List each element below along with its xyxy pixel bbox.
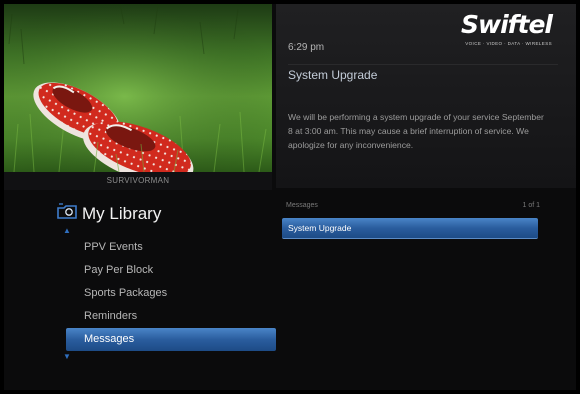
menu-item-pay-per-block[interactable]: Pay Per Block: [66, 259, 276, 282]
library-folder-icon: [56, 202, 78, 226]
messages-list-header: Messages 1 of 1: [286, 202, 540, 209]
scroll-down-arrow-icon[interactable]: ▼: [63, 353, 71, 361]
library-title: My Library: [82, 204, 162, 223]
library-header: My Library: [56, 202, 161, 226]
message-title: System Upgrade: [288, 64, 558, 82]
scroll-up-arrow-icon[interactable]: ▲: [63, 227, 71, 235]
brand-name: Swiftel: [460, 10, 553, 39]
preview-image: [4, 4, 272, 172]
menu-item-ppv-events[interactable]: PPV Events: [66, 236, 276, 259]
red-shoes-image: [4, 4, 272, 172]
menu-item-sports-packages[interactable]: Sports Packages: [66, 282, 276, 305]
library-menu: PPV Events Pay Per Block Sports Packages…: [66, 236, 276, 351]
message-body: We will be performing a system upgrade o…: [288, 112, 544, 150]
message-row-system-upgrade[interactable]: System Upgrade: [282, 218, 538, 239]
messages-count: 1 of 1: [522, 202, 540, 209]
program-title: SURVIVORMAN: [4, 172, 272, 190]
menu-item-messages[interactable]: Messages: [66, 328, 276, 351]
menu-item-reminders[interactable]: Reminders: [66, 305, 276, 328]
detail-panel: Swiftel voice · video · data · wireless …: [276, 4, 576, 188]
brand-tagline: voice · video · data · wireless: [465, 41, 552, 46]
current-time: 6:29 pm: [288, 42, 325, 53]
tv-guide-screen: SURVIVORMAN My Library ▲ PPV Events Pay …: [4, 4, 576, 390]
brand-logo: Swiftel voice · video · data · wireless: [432, 10, 553, 58]
messages-list-label: Messages: [286, 202, 318, 209]
